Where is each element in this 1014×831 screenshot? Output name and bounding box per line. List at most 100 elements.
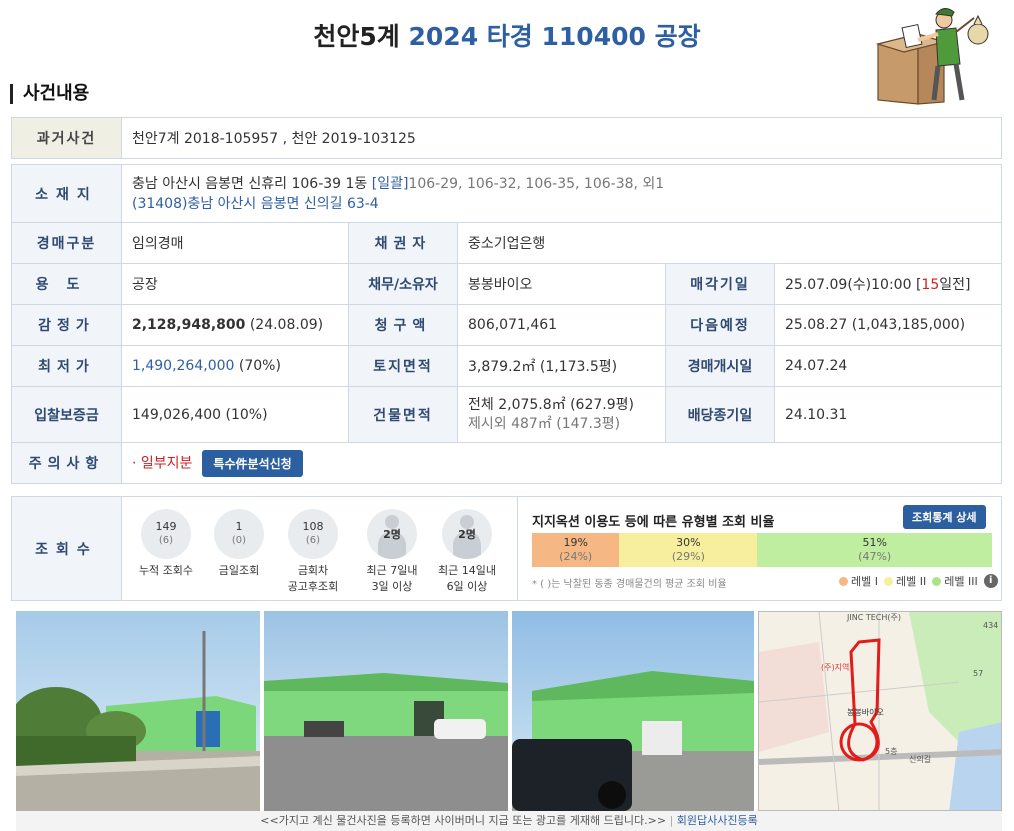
map-label-5f: 5층	[885, 747, 897, 756]
footer-notice-text: <<가지고 계신 물건사진을 등록하면 사이버머니 지급 또는 광고를 게재해 …	[260, 814, 667, 827]
ratio-segment-level3: 51% (47%)	[757, 533, 992, 567]
segment-pct: 19%	[563, 536, 588, 549]
building-area-label: 건물면적	[348, 386, 458, 443]
legend-dot	[932, 576, 942, 586]
view-stats-detail-button[interactable]: 조회통계 상세	[903, 505, 986, 529]
auction-type-label: 경매구분	[11, 222, 122, 264]
person-label-2: 6일 이상	[446, 580, 488, 593]
claim-value: 806,071,461	[457, 304, 666, 346]
location-cell: 충남 아산시 음봉면 신휴리 106-39 1동 [일괄]106-29, 106…	[121, 164, 1002, 223]
legend-dot	[883, 576, 893, 586]
view-ratio-panel: 지지옥션 이용도 등에 따른 유형별 조회 비율 조회통계 상세 19% (24%…	[517, 497, 1001, 600]
deposit-label: 입찰보증금	[11, 386, 122, 443]
ratio-legend: 레벨 I 레벨 II 레벨 III i	[833, 573, 998, 589]
legend-item: 레벨 II	[895, 575, 927, 588]
segment-pct: 30%	[676, 536, 701, 549]
stat-total-views: 149 (6) 누적 조회수	[128, 509, 204, 578]
views-label: 조회수	[12, 497, 122, 600]
court-name: 천안5계	[313, 22, 400, 51]
appraisal-label: 감정가	[11, 304, 122, 346]
stat-today-views: 1 (0) 금일조회	[201, 509, 277, 578]
stat-circle: 1 (0)	[214, 509, 264, 559]
segment-avg: (29%)	[671, 550, 705, 563]
stat-count: 149	[155, 520, 177, 533]
start-date-value: 24.07.24	[774, 345, 1002, 387]
case-info-table: 소재지 충남 아산시 음봉면 신휴리 106-39 1동 [일괄]106-29,…	[11, 164, 1002, 484]
creditor-label: 채권자	[348, 222, 458, 264]
stat-sub: (0)	[231, 535, 247, 546]
sale-date-cell: 25.07.09(수)10:00 [15일전]	[774, 263, 1002, 305]
ratio-segment-level1: 19% (24%)	[532, 533, 620, 567]
stat-count: 108	[302, 520, 324, 533]
notes-cell: · 일부지분 특수件분석신청	[121, 442, 1002, 484]
location-label: 소재지	[11, 164, 122, 223]
next-sched-label: 다음예정	[665, 304, 775, 346]
deposit-value: 149,026,400 (10%)	[121, 386, 349, 443]
appraisal-cell: 2,128,948,800 (24.08.09)	[121, 304, 349, 346]
ratio-title: 지지옥션 이용도 등에 따른 유형별 조회 비율	[532, 515, 775, 530]
legend-item: 레벨 III	[944, 575, 978, 588]
map-label-area: (주)지역	[821, 662, 849, 672]
start-date-label: 경매개시일	[665, 345, 775, 387]
past-case-table: 과거사건 천안7계 2018-105957 , 천안 2019-103125	[11, 117, 1002, 159]
person-label: 최근 14일내	[438, 564, 496, 577]
segment-avg: (47%)	[858, 550, 892, 563]
sale-date-value: 25.07.09(수)10:00 [	[785, 277, 922, 293]
segment-avg: (24%)	[559, 550, 593, 563]
property-usage: 공장	[654, 22, 701, 51]
map-label-property: 봉봉바이오	[847, 707, 884, 717]
min-price-pct: (70%)	[234, 358, 281, 374]
ratio-note: * ( )는 낙찰된 동종 경매물건의 평균 조회 비율	[532, 579, 727, 590]
legend-item: 레벨 I	[851, 575, 878, 588]
special-analysis-button[interactable]: 특수件분석신청	[202, 449, 303, 477]
stat-label: 금회차	[297, 564, 329, 577]
ratio-segment-level2: 30% (29%)	[619, 533, 758, 567]
stat-count: 1	[235, 520, 243, 533]
footer-notice: <<가지고 계신 물건사진을 등록하면 사이버머니 지급 또는 광고를 게재해 …	[16, 811, 1002, 831]
bulk-link[interactable]: [일괄]	[372, 176, 409, 192]
section-title: 사건내용	[10, 84, 89, 104]
person-count: 2명	[458, 528, 476, 541]
auction-type-value: 임의경매	[121, 222, 349, 264]
bulk-list: 106-29, 106-32, 106-35, 106-38, 외1	[408, 175, 665, 192]
person-label: 최근 7일내	[366, 564, 418, 577]
building-extra-value: 제시외 487㎡ (147.3평)	[468, 415, 621, 432]
stat-circle: 108 (6)	[288, 509, 338, 559]
property-photo-2[interactable]	[264, 611, 508, 811]
ratio-bar: 19% (24%) 30% (29%) 51% (47%)	[532, 533, 992, 567]
page-header: 천안5계 2024 타경 110400 공장	[0, 0, 1014, 75]
past-case-value: 천안7계 2018-105957 , 천안 2019-103125	[121, 117, 1002, 159]
property-photo-1[interactable]	[16, 611, 260, 811]
road-address: (31408)충남 아산시 음봉면 신의길 63-4	[132, 195, 379, 212]
register-photo-link[interactable]: 회원답사사진등록	[677, 814, 758, 827]
map-label-company: JINC TECH(주)	[846, 613, 901, 622]
map-label-434: 434	[983, 621, 998, 630]
next-sched-value: 25.08.27 (1,043,185,000)	[774, 304, 1002, 346]
location-map[interactable]: JINC TECH(주) 봉봉바이오 (주)지역 신의길 434 57 5층	[758, 611, 1002, 811]
building-area-value: 전체 2,075.8㎡ (627.9평)	[468, 396, 634, 413]
appraisal-date: (24.08.09)	[245, 317, 324, 333]
mascot-illustration	[875, 8, 989, 105]
legend-dot	[839, 576, 848, 586]
claim-label: 청구액	[348, 304, 458, 346]
land-area-value: 3,879.2㎡ (1,173.5평)	[457, 345, 666, 387]
case-number: 2024 타경 110400	[408, 22, 646, 51]
location-address: 충남 아산시 음봉면 신휴리 106-39 1동	[132, 175, 368, 192]
min-price-label: 최저가	[11, 345, 122, 387]
creditor-value: 중소기업은행	[457, 222, 1002, 264]
stat-14day-visitors: 2명 최근 14일내 6일 이상	[429, 509, 505, 594]
stat-round-views: 108 (6) 금회차 공고후조회	[275, 509, 351, 594]
min-price-cell: 1,490,264,000 (70%)	[121, 345, 349, 387]
stat-label: 누적 조회수	[138, 564, 194, 577]
person-icon: 2명	[442, 509, 492, 559]
property-photo-3[interactable]	[512, 611, 754, 811]
appraisal-value: 2,128,948,800	[132, 317, 246, 333]
dday-suffix: 일전]	[939, 277, 971, 293]
use-label: 용도	[11, 263, 122, 305]
div-deadline-label: 배당종기일	[665, 386, 775, 443]
debtor-label: 채무/소유자	[348, 263, 458, 305]
map-label-road: 신의길	[909, 754, 931, 764]
stat-sub: (6)	[305, 535, 321, 546]
map-label-57: 57	[973, 669, 983, 678]
info-icon[interactable]: i	[983, 574, 998, 588]
